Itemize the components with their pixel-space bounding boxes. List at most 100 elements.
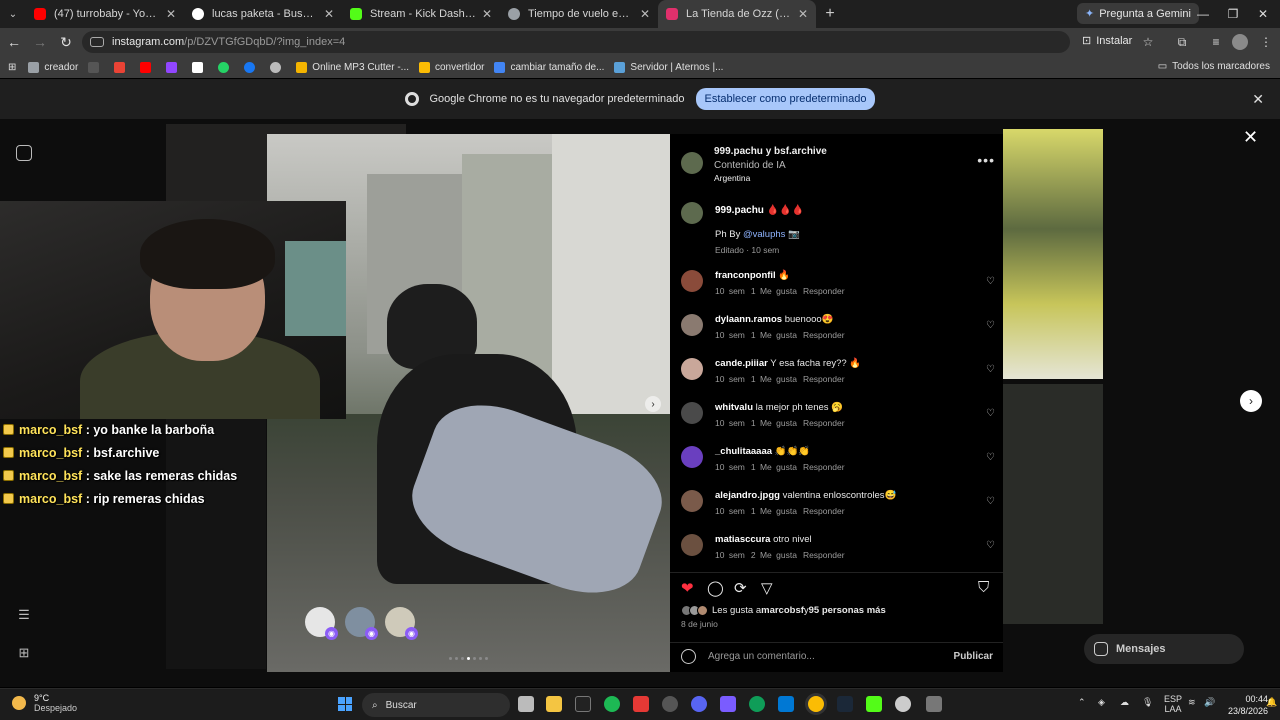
task-view-icon[interactable] xyxy=(518,696,534,712)
close-window-button[interactable]: ✕ xyxy=(1248,0,1278,28)
next-post-button[interactable]: › xyxy=(1240,390,1262,412)
chrome-taskbar-icon[interactable] xyxy=(808,696,824,712)
tray-app-icon[interactable]: ◈ xyxy=(1098,697,1105,708)
comment-avatar[interactable] xyxy=(681,270,703,292)
more-apps-icon[interactable]: ⊞ xyxy=(16,645,32,661)
bookmark-gmail[interactable] xyxy=(114,61,130,73)
comment-avatar[interactable] xyxy=(681,490,703,512)
caption-avatar[interactable] xyxy=(681,202,703,224)
messages-button[interactable]: Mensajes xyxy=(1084,634,1244,664)
tab-kick[interactable]: Stream - Kick Dashboard ✕ xyxy=(342,0,500,28)
bookmark-x[interactable] xyxy=(192,61,208,73)
comment-icon[interactable]: ◯ xyxy=(707,579,724,597)
comment-likes[interactable]: 1 Me gusta xyxy=(751,330,797,340)
comment-username[interactable]: cande.piiiar xyxy=(715,358,768,369)
tagged-avatar[interactable]: ◉ xyxy=(305,607,338,640)
reply-link[interactable]: Responder xyxy=(803,418,845,428)
bookmark-star-icon[interactable]: ☆ xyxy=(1140,34,1156,50)
bookmark-youtube[interactable] xyxy=(140,61,156,73)
outlook-icon[interactable] xyxy=(778,696,794,712)
maximize-button[interactable]: ❐ xyxy=(1218,0,1248,28)
comment-likes[interactable]: 2 Me gusta xyxy=(751,550,797,560)
bookmark-twitch[interactable] xyxy=(166,61,182,73)
weather-widget[interactable]: 9°C Despejado xyxy=(12,693,77,713)
all-bookmarks-button[interactable]: ▭ Todos los marcadores xyxy=(1158,61,1270,72)
reply-link[interactable]: Responder xyxy=(803,506,845,516)
ai-content-label[interactable]: Contenido de IA xyxy=(714,160,786,171)
comment-username[interactable]: whitvalu xyxy=(715,402,753,413)
bookmark-creador[interactable]: creador xyxy=(28,61,78,73)
clock[interactable]: 00:44 23/8/2026 xyxy=(1228,693,1268,717)
bookmark-resize[interactable]: cambiar tamaño de... xyxy=(494,61,604,73)
spotify-icon[interactable] xyxy=(604,696,620,712)
extensions-icon[interactable]: ⧉ xyxy=(1174,34,1190,50)
caption-mention[interactable]: @valuphs xyxy=(743,229,785,240)
notifications-icon[interactable]: 🔔 xyxy=(1266,697,1277,708)
reply-link[interactable]: Responder xyxy=(803,286,845,296)
likes-summary[interactable]: Les gusta a marcobsf y 95 personas más xyxy=(681,605,886,616)
site-info-icon[interactable] xyxy=(90,37,104,47)
apps-grid-icon[interactable]: ⊞ xyxy=(8,62,16,73)
tab-instagram[interactable]: La Tienda de Ozz (@latiendadeozz) ✕ xyxy=(658,0,816,28)
close-tab-icon[interactable]: ✕ xyxy=(640,7,650,21)
comment-like-heart-icon[interactable]: ♡ xyxy=(986,408,995,419)
volume-icon[interactable]: 🔊 xyxy=(1204,697,1215,708)
reply-link[interactable]: Responder xyxy=(803,330,845,340)
comment-avatar[interactable] xyxy=(681,534,703,556)
new-tab-button[interactable]: + xyxy=(816,5,844,23)
set-default-button[interactable]: Establecer como predeterminado xyxy=(696,88,875,110)
app-icon[interactable] xyxy=(720,696,736,712)
comment-input[interactable]: Agrega un comentario... xyxy=(708,651,815,662)
close-tab-icon[interactable]: ✕ xyxy=(798,7,808,21)
taskbar-search[interactable]: ⌕ Buscar xyxy=(362,693,510,717)
reload-button[interactable]: ↻ xyxy=(54,30,78,54)
profile-avatar[interactable] xyxy=(1232,34,1248,50)
comment-avatar[interactable] xyxy=(681,402,703,424)
comment-likes[interactable]: 1 Me gusta xyxy=(751,418,797,428)
app-icon[interactable] xyxy=(633,696,649,712)
bookmark-threads[interactable] xyxy=(270,61,286,73)
tab-google-search[interactable]: lucas paketa - Buscar con Google ✕ xyxy=(184,0,342,28)
reply-link[interactable]: Responder xyxy=(803,462,845,472)
comment-avatar[interactable] xyxy=(681,446,703,468)
comment-like-heart-icon[interactable]: ♡ xyxy=(986,540,995,551)
tab-flight-time[interactable]: Tiempo de vuelo en F-16 ✕ xyxy=(500,0,658,28)
publish-button[interactable]: Publicar xyxy=(954,651,993,662)
comment-like-heart-icon[interactable]: ♡ xyxy=(986,364,995,375)
comment-username[interactable]: franconponfil xyxy=(715,270,776,281)
bookmark-apple[interactable] xyxy=(88,61,104,73)
close-infobar-icon[interactable]: ✕ xyxy=(1252,91,1264,108)
emoji-icon[interactable] xyxy=(681,649,696,664)
more-options-icon[interactable]: ••• xyxy=(977,152,995,168)
reply-link[interactable]: Responder xyxy=(803,374,845,384)
wifi-icon[interactable]: ≋ xyxy=(1188,697,1196,708)
kick-icon[interactable] xyxy=(866,696,882,712)
comment-username[interactable]: alejandro.jpgg xyxy=(715,490,780,501)
caption-username[interactable]: 999.pachu xyxy=(715,205,764,216)
instagram-logo-icon[interactable] xyxy=(16,145,32,161)
back-button[interactable]: ← xyxy=(2,30,26,54)
comment-likes[interactable]: 1 Me gusta xyxy=(751,462,797,472)
forward-button[interactable]: → xyxy=(28,30,52,54)
tab-youtube[interactable]: (47) turrobaby - YouTube ✕ xyxy=(26,0,184,28)
like-heart-icon[interactable]: ❤ xyxy=(681,579,694,597)
likes-count[interactable]: 95 personas más xyxy=(809,605,886,616)
onedrive-icon[interactable]: ☁ xyxy=(1120,697,1129,708)
close-tab-icon[interactable]: ✕ xyxy=(324,7,334,21)
reply-link[interactable]: Responder xyxy=(803,550,845,560)
share-icon[interactable]: ▽ xyxy=(761,579,773,597)
bookmark-aternos[interactable]: Servidor | Aternos |... xyxy=(614,61,723,73)
edge-icon[interactable] xyxy=(749,696,765,712)
app-icon[interactable] xyxy=(662,696,678,712)
author-avatar[interactable] xyxy=(681,152,703,174)
tagged-avatar[interactable]: ◉ xyxy=(385,607,418,640)
author-names[interactable]: 999.pachu y bsf.archive xyxy=(714,146,827,157)
comment-avatar[interactable] xyxy=(681,358,703,380)
comment-like-heart-icon[interactable]: ♡ xyxy=(986,276,995,287)
file-explorer-icon[interactable] xyxy=(546,696,562,712)
bookmark-facebook[interactable] xyxy=(244,61,260,73)
post-location[interactable]: Argentina xyxy=(714,173,750,183)
install-app-button[interactable]: ⊡ Instalar xyxy=(1082,34,1132,48)
likes-user[interactable]: marcobsf xyxy=(761,605,804,616)
close-tab-icon[interactable]: ✕ xyxy=(482,7,492,21)
